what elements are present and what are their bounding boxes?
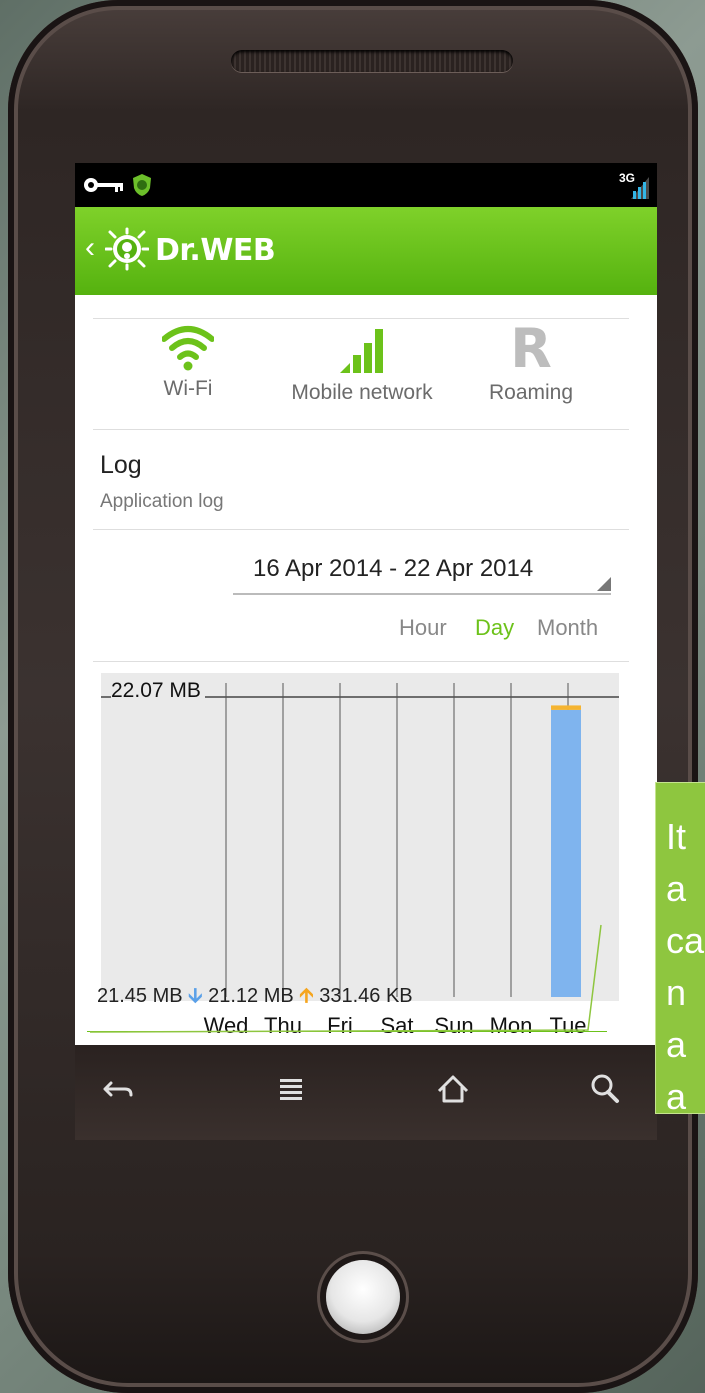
period-hour[interactable]: Hour [399, 615, 447, 641]
callout-text: It a ca n a a [656, 811, 705, 1114]
divider [93, 429, 629, 430]
period-month[interactable]: Month [537, 615, 598, 641]
x-tick-label: Sun [434, 1013, 473, 1038]
traffic-chart [101, 673, 619, 1001]
callout-line: a [666, 868, 687, 909]
traffic-chart-svg [101, 683, 619, 997]
speaker-grille [231, 50, 513, 72]
signal-bars-icon [340, 329, 383, 373]
app-title: Dr.WEB [155, 233, 276, 268]
home-icon[interactable] [433, 1069, 473, 1109]
x-tick-label: Fri [327, 1013, 353, 1038]
drweb-spider-logo-icon[interactable] [105, 227, 149, 271]
spinner-triangle-icon [597, 577, 611, 591]
traffic-totals: 21.45 MB 🡫 21.12 MB 🡩 331.46 KB [97, 981, 413, 1015]
hardware-trackball-button[interactable] [326, 1260, 400, 1334]
device-screen: 3G ‹ Dr.WEB Wi-Fi Mobile network R Roami… [75, 163, 657, 1045]
app-action-bar: ‹ Dr.WEB [75, 207, 657, 295]
up-navigation-chevron[interactable]: ‹ [85, 233, 95, 263]
bar-sent [551, 705, 581, 710]
x-tick-label: Wed [204, 1013, 249, 1038]
y-max-label: 22.07 MB [111, 679, 205, 703]
tab-mobile-network-label: Mobile network [291, 381, 433, 404]
callout-line: a [666, 1076, 687, 1114]
callout-box: It a ca n a a [655, 782, 705, 1114]
date-range-value: 16 Apr 2014 - 22 Apr 2014 [253, 555, 534, 582]
x-tick-label: Thu [264, 1013, 302, 1038]
callout-line: n [666, 972, 687, 1013]
search-icon[interactable] [585, 1069, 625, 1109]
callout-line: ca [666, 920, 705, 961]
x-tick-label: Sat [380, 1013, 413, 1038]
signal-3g-indicator: 3G [617, 171, 651, 199]
date-range-spinner[interactable]: 16 Apr 2014 - 22 Apr 2014 [233, 555, 611, 595]
period-day[interactable]: Day [475, 615, 514, 641]
tab-wifi-label: Wi-Fi [163, 377, 213, 400]
total-traffic: 21.45 MB [97, 985, 183, 1007]
divider [93, 529, 629, 530]
roaming-r-icon: R [510, 317, 552, 380]
upload-arrow-icon: 🡩 [299, 985, 314, 1007]
tab-mobile-network[interactable]: Mobile network [267, 323, 457, 405]
tab-roaming-label: Roaming [488, 381, 574, 404]
hardware-softkeys [75, 1045, 657, 1140]
received-traffic: 21.12 MB [208, 985, 294, 1007]
log-subtitle: Application log [100, 491, 224, 512]
signal-icon [631, 177, 649, 199]
log-title: Log [100, 451, 142, 479]
x-tick-label: Mon [490, 1013, 533, 1038]
callout-line: It [666, 816, 687, 857]
tab-wifi[interactable]: Wi-Fi [143, 323, 233, 401]
wifi-icon [162, 326, 214, 371]
divider [93, 661, 629, 662]
download-arrow-icon: 🡫 [188, 985, 203, 1007]
x-tick-label: Tue [549, 1013, 586, 1038]
bar-received [551, 709, 581, 997]
status-bar: 3G [75, 163, 657, 207]
menu-icon[interactable] [271, 1069, 311, 1109]
back-icon[interactable] [99, 1069, 139, 1109]
totals-underline [87, 1031, 607, 1032]
callout-line: a [666, 1024, 687, 1065]
drweb-shield-icon [133, 174, 151, 196]
sent-traffic: 331.46 KB [319, 985, 413, 1007]
key-icon [84, 178, 123, 192]
tab-roaming[interactable]: R Roaming [475, 317, 587, 405]
